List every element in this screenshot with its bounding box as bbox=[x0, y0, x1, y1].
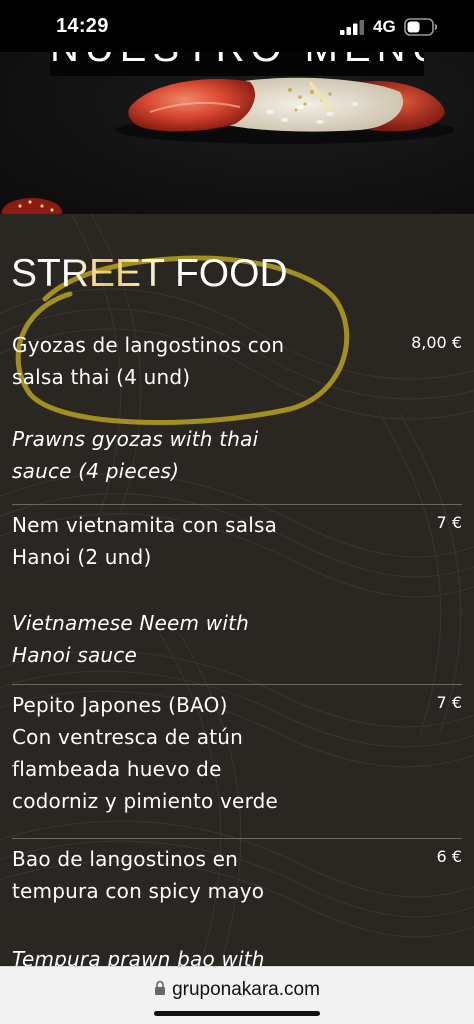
item-divider bbox=[12, 684, 462, 685]
menu-item: Pepito Japones (BAO) 7 € Con ventresca d… bbox=[12, 689, 462, 817]
lock-icon bbox=[155, 980, 166, 995]
status-bar: 14:29 4G bbox=[0, 0, 474, 52]
url-text[interactable]: gruponakara.com bbox=[172, 979, 320, 1000]
menu-item: Bao de langostinos en tempura con spicy … bbox=[12, 843, 462, 966]
status-time: 14:29 bbox=[56, 15, 109, 37]
url-display[interactable]: gruponakara.com bbox=[0, 979, 474, 1001]
hero-banner: NUESTRO MENU bbox=[0, 52, 474, 214]
item-price: 6 € bbox=[436, 847, 462, 866]
item-name: Gyozas de langostinos con salsa thai (4 … bbox=[12, 333, 285, 389]
item-description: Con ventresca de atún flambeada huevo de… bbox=[12, 725, 279, 813]
item-price: 7 € bbox=[436, 693, 462, 712]
network-label: 4G bbox=[373, 17, 396, 36]
item-name: Pepito Japones (BAO) bbox=[12, 693, 228, 717]
home-indicator[interactable] bbox=[154, 1011, 320, 1016]
hero-title: NUESTRO MENU bbox=[50, 52, 424, 71]
item-price: 8,00 € bbox=[411, 333, 462, 352]
item-name: Nem vietnamita con salsa Hanoi (2 und) bbox=[12, 513, 278, 569]
signal-bars-icon bbox=[340, 20, 364, 35]
hero-title-box: NUESTRO MENU bbox=[50, 52, 424, 76]
section-title: STREET FOOD bbox=[11, 252, 288, 295]
item-english-name: Tempura prawn bao with bbox=[12, 947, 265, 966]
item-price: 7 € bbox=[436, 513, 462, 532]
menu-section: STREET FOOD Gyozas de langostinos con sa… bbox=[0, 214, 474, 966]
browser-url-bar[interactable]: gruponakara.com bbox=[0, 966, 474, 1024]
item-english-name: Vietnamese Neem with Hanoi sauce bbox=[12, 611, 250, 667]
phone-screen: 14:29 4G STREET FOOD Gyozas de langostin… bbox=[0, 0, 474, 1024]
menu-item: Nem vietnamita con salsa Hanoi (2 und) 7… bbox=[12, 509, 462, 671]
item-name: Bao de langostinos en tempura con spicy … bbox=[12, 847, 265, 903]
item-divider bbox=[12, 838, 462, 839]
sushi-photo bbox=[2, 77, 455, 214]
item-english-name: Prawns gyozas with thai sauce (4 pieces) bbox=[12, 427, 259, 483]
item-divider bbox=[12, 504, 462, 505]
battery-icon bbox=[404, 18, 438, 36]
menu-item: Gyozas de langostinos con salsa thai (4 … bbox=[12, 329, 462, 487]
